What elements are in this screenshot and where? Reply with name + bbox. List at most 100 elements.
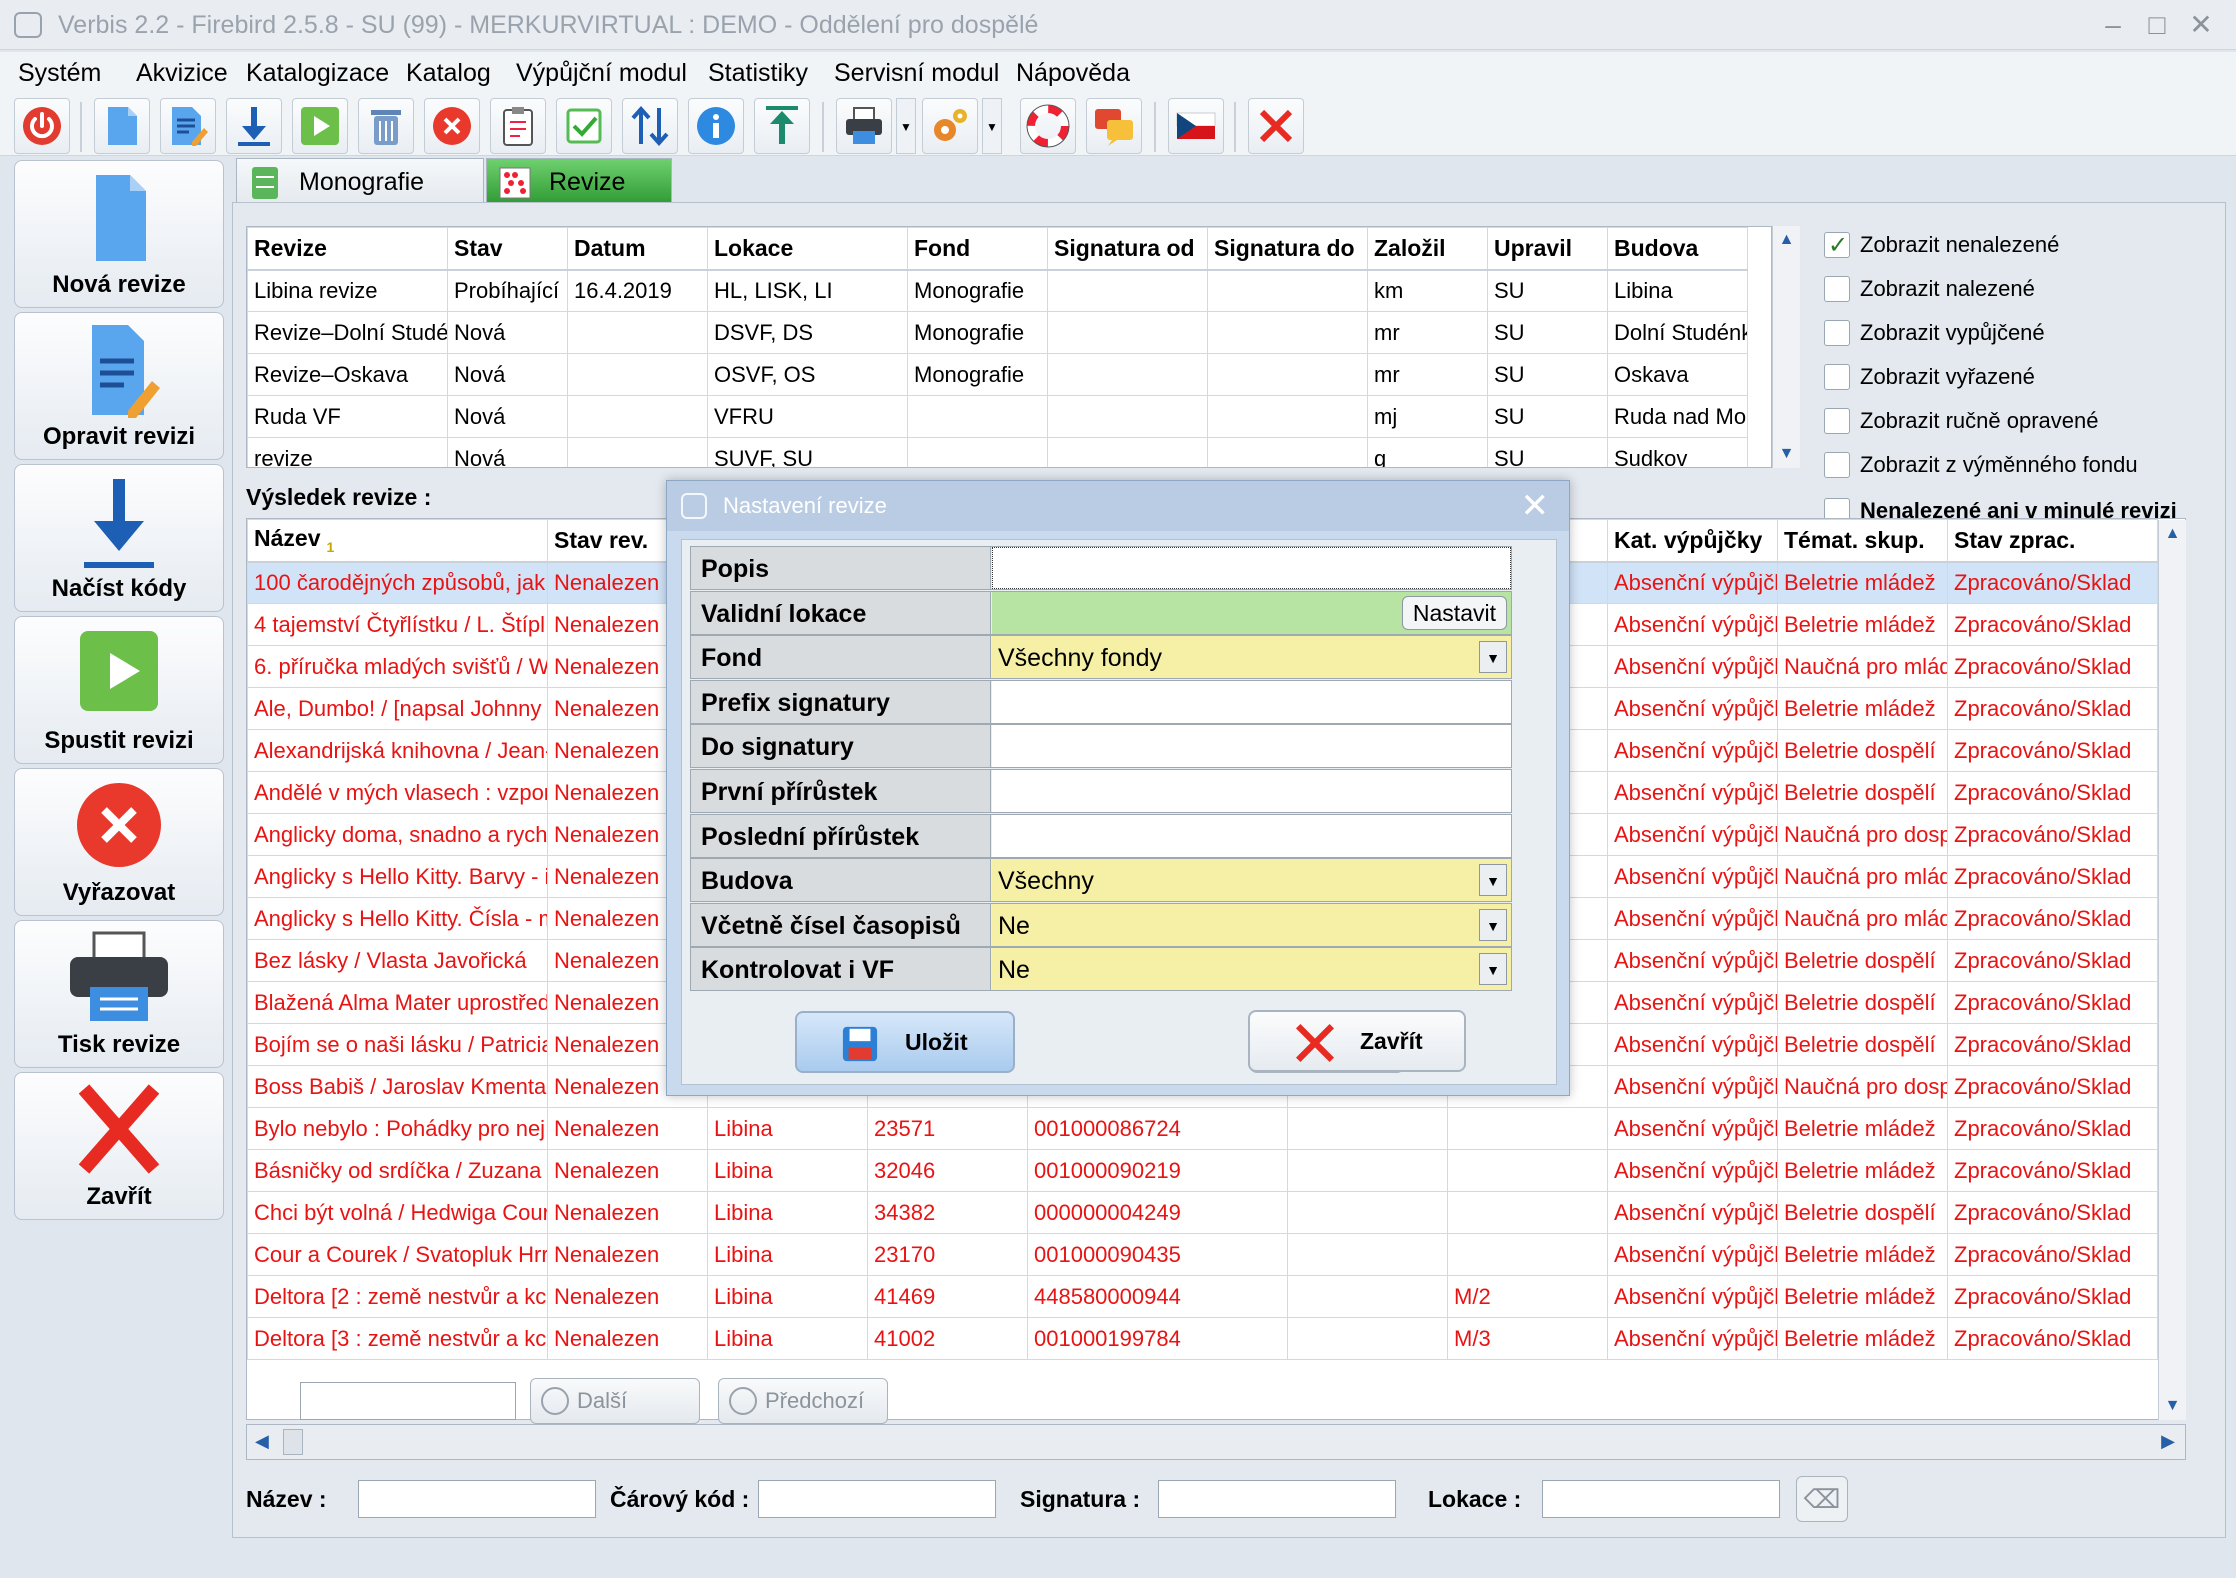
table-row[interactable]: Revize–Dolní Studén Nová DSVF, DS Monografi… (247, 311, 1748, 354)
checkbox-icon[interactable] (1824, 364, 1850, 390)
scroll-down-icon[interactable]: ▼ (2159, 1392, 2186, 1420)
upload-icon[interactable] (754, 98, 810, 154)
download-icon[interactable] (226, 98, 282, 154)
dialog-field-value[interactable]: Ne ▼ (992, 903, 1511, 946)
table-row[interactable]: revize Nová SUVF, SU g SU Sudkov (247, 437, 1748, 467)
scroll-up-icon[interactable]: ▲ (2159, 520, 2186, 548)
sort-icon[interactable] (622, 98, 678, 154)
revisions-column-header[interactable]: Upravil (1487, 227, 1608, 271)
dropdown-arrow-icon[interactable]: ▼ (1479, 864, 1507, 897)
results-column-header[interactable]: Témat. skup. (1777, 519, 1948, 563)
table-row[interactable]: Deltora [2 : země nestvůr a kc Nenalezen L… (247, 1275, 2158, 1318)
checkbox-icon[interactable] (1824, 276, 1850, 302)
run-revision-button[interactable]: Spustit revizi (14, 616, 224, 764)
new-revision-button[interactable]: Nová revize (14, 160, 224, 308)
horizontal-scrollbar[interactable]: ◀ ▶ (246, 1424, 2186, 1460)
revisions-column-header[interactable]: Budova (1607, 227, 1748, 271)
table-row[interactable]: Cour a Courek / Svatopluk Hrr Nenalezen Li… (247, 1233, 2158, 1276)
new-document-icon[interactable] (94, 98, 150, 154)
dialog-field-value[interactable]: Všechny fondy ▼ (992, 636, 1511, 679)
filter-checkbox[interactable]: Zobrazit vypůjčené (1820, 318, 2045, 348)
dialog-field-value[interactable]: Všechny ▼ (992, 859, 1511, 902)
lifebuoy-icon[interactable] (1020, 98, 1076, 154)
dialog-close-icon[interactable]: ✕ (1521, 487, 1550, 525)
window-close-icon[interactable]: ✕ (2184, 8, 2218, 42)
filter-checkbox[interactable]: Zobrazit vyřazené (1820, 362, 2035, 392)
revisions-column-header[interactable]: Signatura do (1207, 227, 1368, 271)
dialog-field-value[interactable] (992, 547, 1511, 589)
menu-akvizice[interactable]: Akvizice (132, 56, 232, 90)
clipboard-icon[interactable] (490, 98, 546, 154)
search-signature-input[interactable] (1158, 1480, 1396, 1518)
revisions-scrollbar[interactable]: ▲ ▼ (1772, 226, 1800, 468)
table-row[interactable]: Bylo nebylo : Pohádky pro nejı Nenalezen L… (247, 1107, 2158, 1150)
settings-dropdown[interactable]: ▼ (982, 98, 1002, 154)
scroll-up-icon[interactable]: ▲ (1773, 226, 1800, 254)
results-column-header[interactable]: Název 1 (247, 519, 548, 563)
printer-dropdown[interactable]: ▼ (896, 98, 916, 154)
settings-icon[interactable] (922, 98, 978, 154)
chat-icon[interactable] (1086, 98, 1142, 154)
trash-icon[interactable] (358, 98, 414, 154)
play-icon[interactable] (292, 98, 348, 154)
info-icon[interactable] (688, 98, 744, 154)
power-icon[interactable] (14, 98, 70, 154)
nastavit-button[interactable]: Nastavit (1401, 595, 1507, 630)
menu-napoveda[interactable]: Nápověda (1012, 56, 1134, 90)
results-column-header[interactable]: Kat. výpůjčky (1607, 519, 1778, 563)
discard-button[interactable]: Vyřazovat (14, 768, 224, 916)
printer-icon[interactable] (836, 98, 892, 154)
results-column-header[interactable]: Stav zprac. (1947, 519, 2158, 563)
tab-revize[interactable]: Revize (486, 158, 672, 204)
eraser-icon[interactable]: ⌫ (1796, 1476, 1848, 1522)
checkbox-icon[interactable] (1824, 320, 1850, 346)
tab-monografie[interactable]: Monografie (236, 158, 484, 204)
menu-katalogizace[interactable]: Katalogizace (242, 56, 393, 90)
table-row[interactable]: Libina revize Probíhající 16.4.2019 HL, LIS… (247, 269, 1748, 312)
table-row[interactable]: Ruda VF Nová VFRU mj SU Ruda nad Mor (247, 395, 1748, 438)
maximize-icon[interactable]: □ (2140, 8, 2174, 42)
next-button[interactable]: Další (530, 1378, 700, 1424)
filter-checkbox[interactable]: Zobrazit z výměnného fondu (1820, 450, 2138, 480)
previous-button[interactable]: Předchozí (718, 1378, 888, 1424)
dialog-field-value[interactable] (992, 770, 1511, 812)
filter-checkbox[interactable]: Zobrazit nenalezené (1820, 230, 2059, 261)
dialog-zavrit-button[interactable]: Zavřít (1248, 1010, 1466, 1072)
search-barcode-input[interactable] (758, 1480, 996, 1518)
find-input[interactable] (300, 1382, 516, 1420)
checkbox-icon[interactable] (1824, 408, 1850, 434)
revisions-column-header[interactable]: Založil (1367, 227, 1488, 271)
print-revision-button[interactable]: Tisk revize (14, 920, 224, 1068)
revisions-column-header[interactable]: Signatura od (1047, 227, 1208, 271)
revisions-column-header[interactable]: Stav (447, 227, 568, 271)
menu-katalog[interactable]: Katalog (402, 56, 495, 90)
dialog-field-value[interactable]: Nastavit (992, 591, 1511, 634)
close-button[interactable]: Zavřít (14, 1072, 224, 1220)
filter-checkbox[interactable]: Zobrazit ručně opravené (1820, 406, 2098, 436)
save-button[interactable]: Uložit (795, 1011, 1015, 1073)
revisions-column-header[interactable]: Datum (567, 227, 708, 271)
scroll-thumb[interactable] (283, 1429, 303, 1455)
table-row[interactable]: Básničky od srdíčka / Zuzana K Nenalezen L… (247, 1149, 2158, 1192)
dropdown-arrow-icon[interactable]: ▼ (1479, 908, 1507, 941)
revisions-column-header[interactable]: Revize (247, 227, 448, 271)
dropdown-arrow-icon[interactable]: ▼ (1479, 953, 1507, 986)
scroll-left-icon[interactable]: ◀ (255, 1431, 269, 1452)
edit-document-icon[interactable] (160, 98, 216, 154)
dialog-field-value[interactable]: Ne ▼ (992, 948, 1511, 991)
czech-flag-icon[interactable] (1168, 98, 1224, 154)
edit-revision-button[interactable]: Opravit revizi (14, 312, 224, 460)
menu-statistiky[interactable]: Statistiky (704, 56, 812, 90)
close-icon[interactable] (1248, 98, 1304, 154)
dialog-field-value[interactable] (992, 814, 1511, 857)
dropdown-arrow-icon[interactable]: ▼ (1479, 641, 1507, 674)
checkbox-icon[interactable] (1824, 231, 1850, 261)
minimize-icon[interactable]: – (2096, 8, 2130, 42)
menu-servisni-modul[interactable]: Servisní modul (830, 56, 1003, 90)
table-row[interactable]: Deltora [3 : země nestvůr a kc Nenalezen L… (247, 1317, 2158, 1360)
table-row[interactable]: Revize–Oskava Nová OSVF, OS Monografie mr SU O… (247, 353, 1748, 396)
scroll-down-icon[interactable]: ▼ (1773, 440, 1800, 468)
dialog-field-value[interactable] (992, 725, 1511, 768)
checkbox-icon[interactable] (1824, 452, 1850, 478)
cancel-icon[interactable] (424, 98, 480, 154)
